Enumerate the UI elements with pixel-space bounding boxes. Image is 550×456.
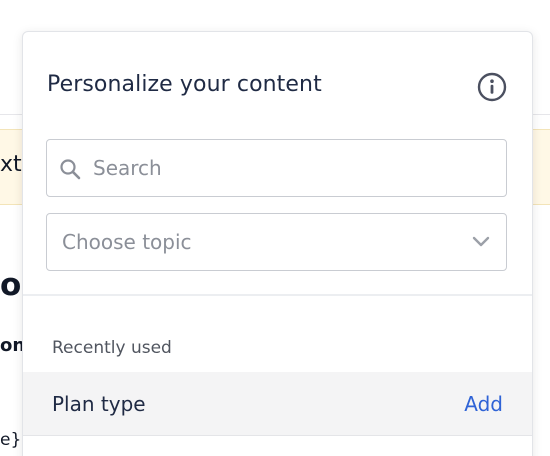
section-divider	[23, 294, 532, 296]
chevron-down-icon	[472, 236, 490, 247]
personalize-popover: Personalize your content Choose topic Re…	[22, 31, 533, 456]
topic-select[interactable]: Choose topic	[46, 213, 507, 271]
search-field[interactable]	[46, 139, 507, 197]
list-item-label: Plan type	[52, 392, 146, 416]
page: xt on on e}} Personalize your content Ch…	[0, 0, 550, 456]
add-button[interactable]: Add	[464, 392, 503, 416]
info-circle-icon	[477, 72, 507, 102]
list-item[interactable]: Plan type Add	[23, 372, 532, 436]
info-button[interactable]	[477, 72, 507, 102]
search-icon	[60, 159, 81, 180]
search-input[interactable]	[93, 140, 493, 196]
background-text-fragment: xt	[0, 152, 22, 177]
topic-select-placeholder: Choose topic	[62, 230, 192, 254]
popover-title: Personalize your content	[47, 72, 322, 97]
recently-used-heading: Recently used	[52, 338, 172, 358]
